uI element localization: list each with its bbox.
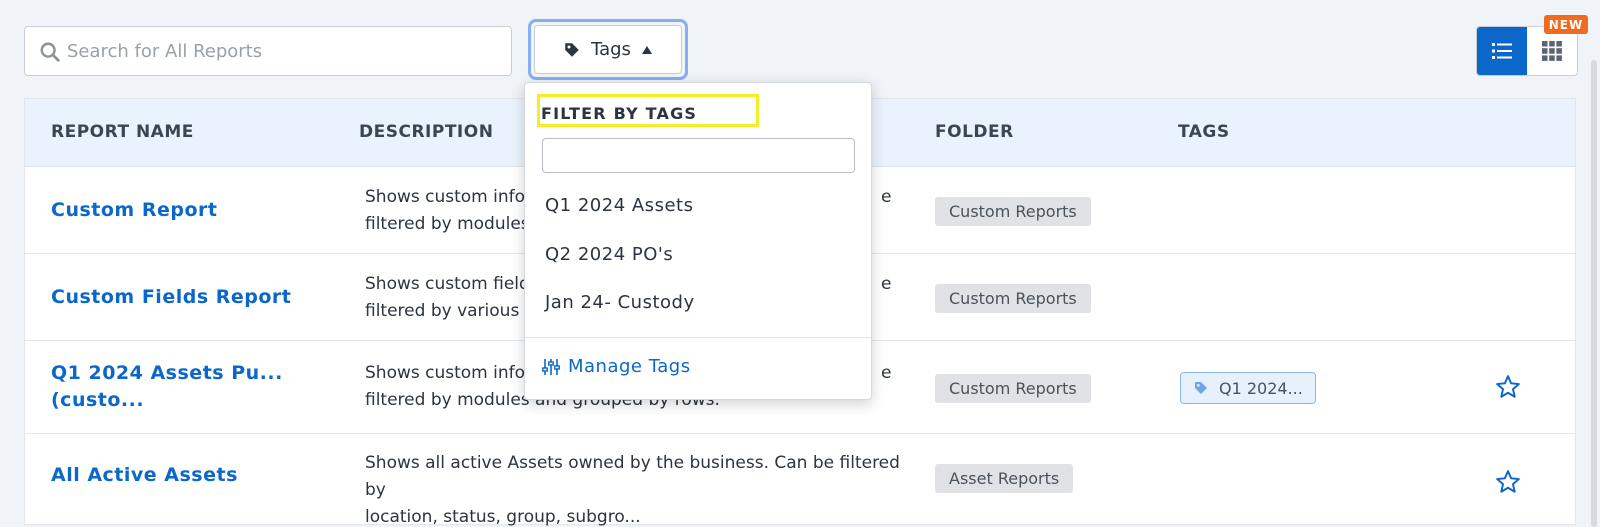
search-box[interactable] <box>24 26 512 76</box>
report-description-overflow: e <box>881 274 892 294</box>
grid-view-button[interactable] <box>1527 27 1577 75</box>
new-badge: NEW <box>1544 15 1588 34</box>
star-icon[interactable] <box>1495 469 1521 495</box>
scrollbar-thumb[interactable] <box>1591 60 1597 527</box>
manage-tags-label: Manage Tags <box>568 356 691 377</box>
list-icon <box>1492 43 1512 59</box>
search-input[interactable] <box>67 27 487 75</box>
report-name-link[interactable]: Custom Fields Report <box>51 284 291 311</box>
dropdown-title: FILTER BY TAGS <box>541 104 698 123</box>
tag-icon <box>565 42 579 57</box>
header-description: DESCRIPTION <box>359 122 494 142</box>
tag-option[interactable]: Q1 2024 Assets <box>545 195 693 216</box>
report-description: Shows all active Assets owned by the bus… <box>365 453 900 527</box>
tag-chip-label: Q1 2024... <box>1219 378 1303 398</box>
manage-tags-link[interactable]: Manage Tags <box>542 356 691 377</box>
tag-option[interactable]: Q2 2024 PO's <box>545 244 673 265</box>
grid-icon <box>1542 41 1562 61</box>
folder-chip: Asset Reports <box>935 464 1074 493</box>
divider <box>525 337 871 338</box>
header-tags: TAGS <box>1178 122 1230 142</box>
tag-filter-input[interactable] <box>542 138 855 173</box>
folder-chip: Custom Reports <box>935 197 1091 226</box>
report-name-link[interactable]: Custom Report <box>51 197 217 224</box>
sliders-icon <box>542 358 560 375</box>
search-icon <box>40 42 60 62</box>
report-name-link[interactable]: All Active Assets <box>51 462 238 489</box>
report-name-link[interactable]: Q1 2024 Assets Pu... (custo... <box>51 360 283 414</box>
tags-filter-dropdown: FILTER BY TAGS Q1 2024 Assets Q2 2024 PO… <box>524 82 872 400</box>
report-description-overflow: e <box>881 363 892 383</box>
tag-icon <box>1195 382 1207 394</box>
folder-chip: Custom Reports <box>935 374 1091 403</box>
tags-button-label: Tags <box>591 39 631 60</box>
header-report-name[interactable]: REPORT NAME <box>51 122 194 142</box>
list-view-button[interactable] <box>1477 27 1527 75</box>
tags-filter-button[interactable]: Tags <box>534 25 682 74</box>
report-description-overflow: e <box>881 187 892 207</box>
tag-chip[interactable]: Q1 2024... <box>1180 372 1316 404</box>
tag-option[interactable]: Jan 24- Custody <box>545 292 695 313</box>
table-row: All Active Assets Shows all active Asset… <box>25 434 1575 527</box>
star-icon[interactable] <box>1495 374 1521 400</box>
caret-up-icon <box>641 45 652 54</box>
header-folder[interactable]: FOLDER <box>935 122 1014 142</box>
folder-chip: Custom Reports <box>935 284 1091 313</box>
